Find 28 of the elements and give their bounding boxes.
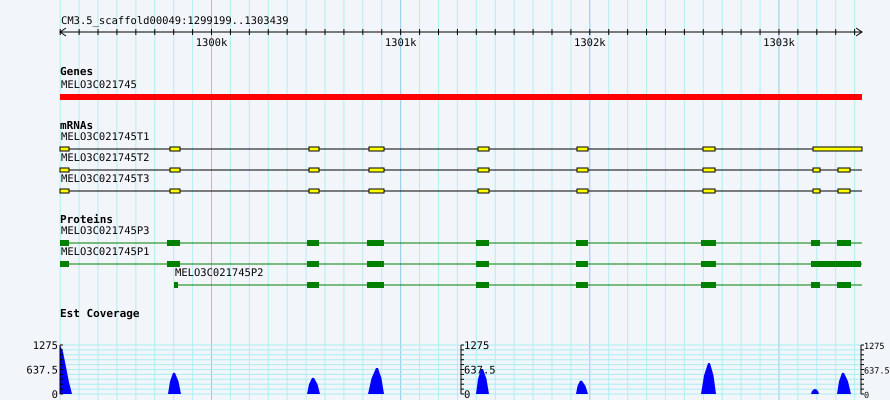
track-title: Est Coverage (60, 307, 140, 320)
track-title: mRNAs (60, 119, 94, 132)
track-title: Genes (60, 65, 94, 78)
y-axis (460, 344, 464, 394)
tick-label: 1300k (196, 37, 228, 49)
axis-label: 0 (52, 389, 58, 400)
feature-label: MELO3C021745T3 (61, 173, 150, 185)
track-title: Proteins (60, 213, 113, 226)
axis-label: 0 (864, 391, 870, 400)
axis-label: 637.5 (464, 364, 496, 376)
axis-label: 0 (464, 389, 470, 400)
scale-label: CM3.5_scaffold00049:1299199..1303439 (61, 15, 289, 27)
feature-label: MELO3C021745T2 (61, 152, 150, 164)
tick-label: 1301k (384, 37, 416, 49)
axis-label: 1275 (464, 340, 490, 352)
tick-label: 1302k (574, 37, 606, 49)
feature-label: MELO3C021745P2 (175, 267, 264, 279)
axis-label: 637.5 (864, 366, 890, 376)
feature-label: MELO3C021745T1 (61, 131, 150, 143)
feature-label: MELO3C021745P1 (61, 246, 150, 258)
y-axis (860, 344, 864, 394)
axis-label: 1275 (864, 342, 884, 352)
axis-label: 637.5 (26, 364, 58, 376)
feature-label: MELO3C021745P3 (61, 225, 150, 237)
y-axis (60, 344, 64, 394)
axis-label: 1275 (32, 340, 58, 352)
tick-label: 1303k (763, 37, 795, 49)
feature-label: MELO3C021745 (61, 79, 137, 91)
